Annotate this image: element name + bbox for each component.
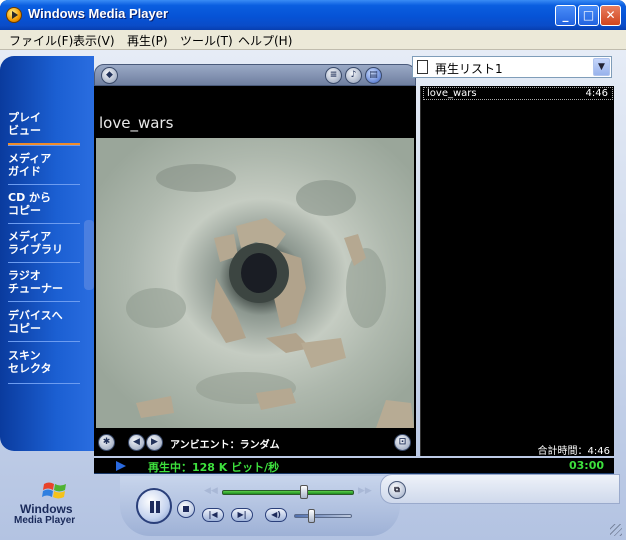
next-track-button[interactable]: ▶| [231, 508, 253, 522]
menu-file[interactable]: ファイル(F) [9, 32, 73, 49]
playlist-dropdown[interactable]: 再生リスト1 ▼ [412, 56, 612, 78]
status-text: 再生中：128 K ビット/秒 [148, 461, 280, 474]
visualization-star-icon[interactable]: ✱ [98, 434, 115, 451]
chevron-down-icon[interactable]: ▼ [593, 58, 610, 76]
playlist-document-icon [417, 60, 428, 74]
nav-selected-indicator [8, 143, 80, 145]
track-title: love_wars [427, 88, 477, 99]
nav-divider [8, 383, 80, 384]
previous-visualization-icon[interactable]: ◀ [128, 434, 145, 451]
window-title: Windows Media Player [28, 6, 169, 21]
taskbar-toggle-grip[interactable] [84, 220, 94, 290]
visualization-settings-icon[interactable]: ♪ [345, 67, 362, 84]
compact-mode-area [380, 474, 620, 504]
menu-play[interactable]: 再生(P) [127, 32, 168, 49]
nav-media-library[interactable]: メディア ライブラリ [8, 230, 83, 256]
menu-help[interactable]: ヘルプ(H) [238, 32, 292, 49]
rewind-icon[interactable]: ◀◀ [204, 486, 218, 496]
nav-copy-to-device[interactable]: デバイスへ コピー [8, 309, 83, 335]
logo-line2: Media Player [14, 515, 76, 526]
windows-media-player-logo: Windows Media Player [14, 480, 84, 530]
play-state-icon [116, 461, 126, 471]
feature-taskbar: プレイ ビュー メディア ガイド CD から コピー メディア ライブラリ ラジ… [0, 56, 94, 451]
visualization-display[interactable] [96, 138, 414, 428]
nav-cd-copy[interactable]: CD から コピー [8, 191, 83, 217]
fast-forward-icon[interactable]: ▶▶ [358, 486, 372, 496]
wmp-window: Windows Media Player _ □ ✕ ファイル(F) 表示(V)… [0, 0, 626, 540]
nav-divider [8, 223, 80, 224]
now-playing-options-icon[interactable]: ◆ [101, 67, 118, 84]
minimize-button[interactable]: _ [555, 5, 576, 26]
equalizer-icon[interactable]: ≡ [325, 67, 342, 84]
elapsed-time: 03:00 [568, 459, 604, 472]
playlist-track-row[interactable]: love_wars 4:46 [423, 87, 613, 100]
nav-media-guide[interactable]: メディア ガイド [8, 152, 83, 178]
now-playing-track-title: love_wars [99, 114, 174, 132]
nav-skin-chooser[interactable]: スキン セレクタ [8, 349, 83, 375]
next-visualization-icon[interactable]: ▶ [146, 434, 163, 451]
close-button[interactable]: ✕ [600, 5, 621, 26]
windows-flag-icon [42, 482, 66, 499]
title-bar[interactable]: Windows Media Player _ □ ✕ [0, 0, 626, 30]
ambience-visualization-graphic [96, 138, 414, 428]
volume-thumb[interactable] [308, 509, 315, 523]
playlist-selected-value: 再生リスト1 [435, 62, 503, 76]
seek-bar[interactable] [222, 490, 354, 495]
resize-grip[interactable] [610, 524, 622, 536]
menu-view[interactable]: 表示(V) [73, 32, 115, 49]
visualization-name: アンビエント：ランダム [170, 440, 280, 451]
visualization-controls: ✱ ◀ ▶ アンビエント：ランダム ⊡ [94, 430, 416, 454]
pause-button[interactable] [136, 488, 172, 524]
volume-slider[interactable] [294, 514, 352, 518]
mute-button[interactable]: ◀) [265, 508, 287, 522]
nav-radio-tuner[interactable]: ラジオ チューナー [8, 269, 83, 295]
previous-track-button[interactable]: |◀ [202, 508, 224, 522]
nav-divider [8, 341, 80, 342]
logo-line1: Windows [20, 502, 73, 516]
playlist-total-time: 合計時間：4:46 [537, 446, 610, 457]
track-duration: 4:46 [585, 88, 608, 99]
video-visualization-panel: love_wars ✱ ◀ ▶ アンビエント：ランダム ⊡ [94, 86, 416, 456]
menu-bar: ファイル(F) 表示(V) 再生(P) ツール(T) ヘルプ(H) [0, 30, 626, 50]
wmp-app-icon [6, 7, 22, 23]
compact-mode-icon[interactable]: ⧉ [388, 481, 406, 499]
maximize-button[interactable]: □ [578, 5, 599, 26]
seek-thumb[interactable] [300, 485, 308, 499]
nav-divider [8, 145, 80, 146]
nav-play-view[interactable]: プレイ ビュー [8, 111, 83, 137]
nav-divider [8, 184, 80, 185]
now-playing-toolbar: ◆ ≡ ♪ ▤ [94, 64, 416, 86]
playlist-panel: love_wars 4:46 合計時間：4:46 [420, 86, 614, 457]
stop-button[interactable] [177, 500, 195, 518]
nav-divider [8, 262, 80, 263]
status-bar: 再生中：128 K ビット/秒 03:00 [94, 458, 614, 474]
playlist-toggle-icon[interactable]: ▤ [365, 67, 382, 84]
nav-divider [8, 301, 80, 302]
menu-tools[interactable]: ツール(T) [180, 32, 233, 49]
full-screen-icon[interactable]: ⊡ [394, 434, 411, 451]
